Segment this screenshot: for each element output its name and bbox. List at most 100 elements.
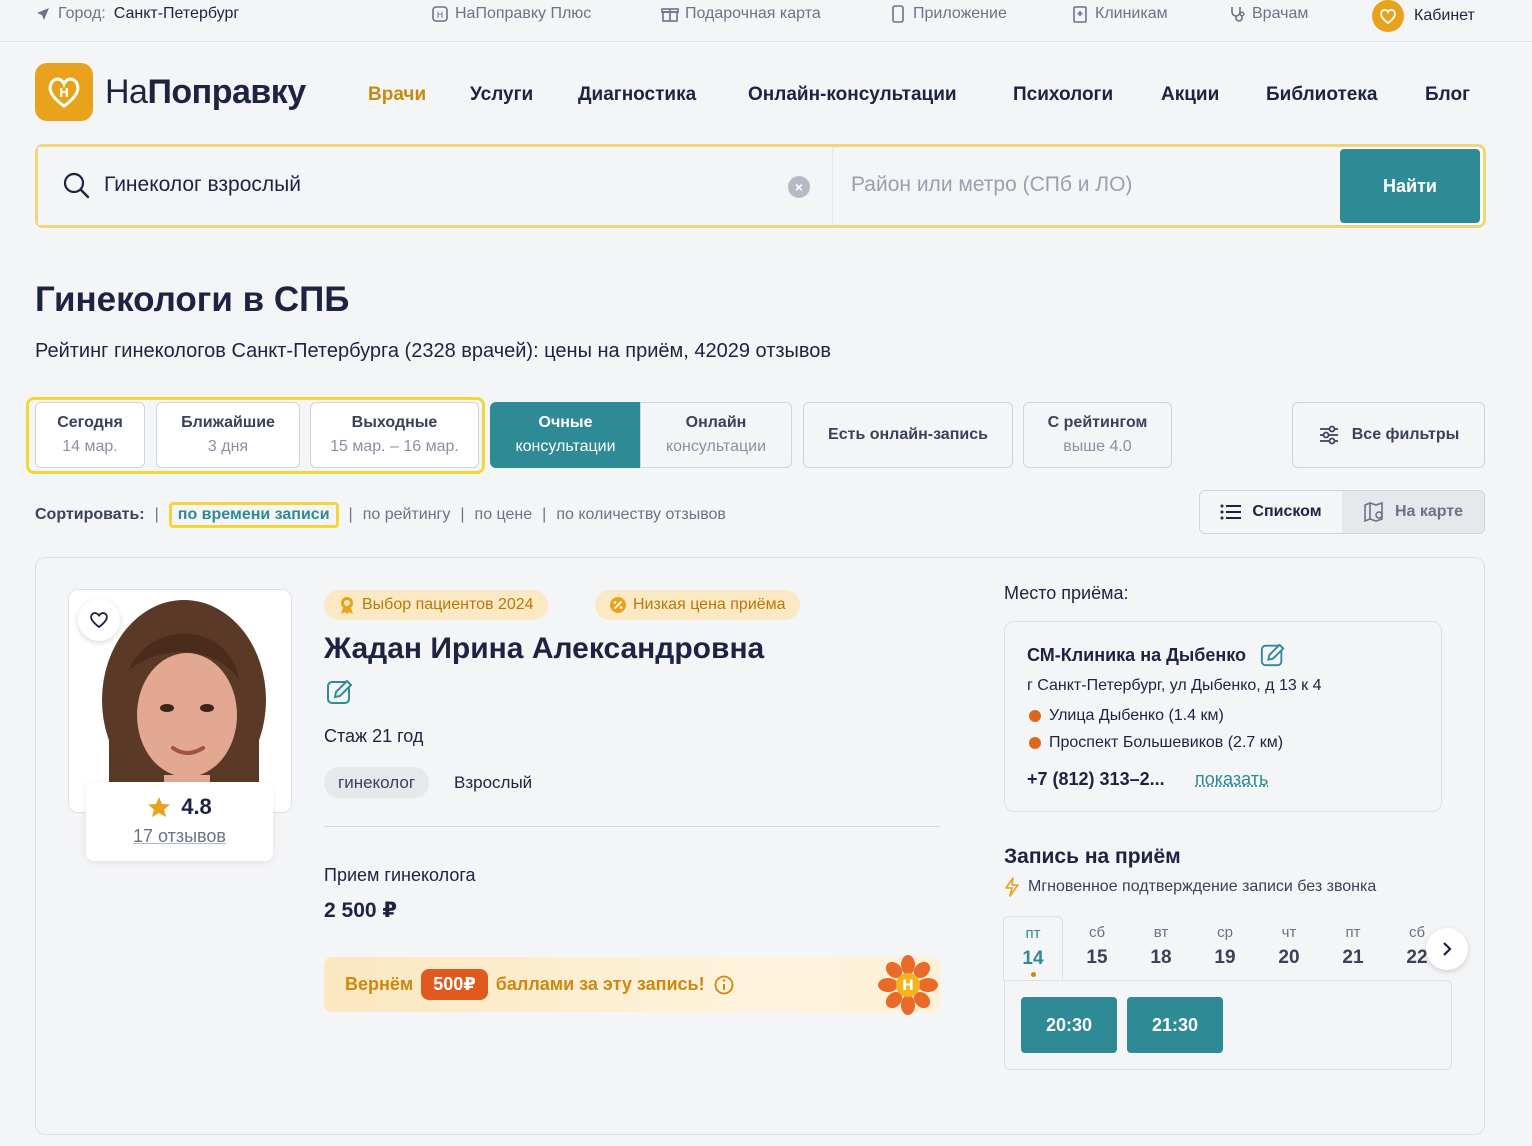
date-tab[interactable]: вт 18 <box>1131 916 1191 980</box>
plus-link[interactable]: H НаПоправку Плюс <box>431 5 591 23</box>
doctors-link[interactable]: Врачам <box>1228 5 1308 23</box>
search-input[interactable]: Гинеколог взрослый × <box>38 147 833 225</box>
gift-icon <box>661 8 679 22</box>
view-list-button[interactable]: Списком <box>1200 491 1342 533</box>
filter-nearest[interactable]: Ближайшие 3 дня <box>156 402 300 468</box>
filter-online-booking-label: Есть онлайн-запись <box>828 426 988 443</box>
filter-online[interactable]: Онлайн консультации <box>640 402 792 468</box>
sort-by-reviews[interactable]: по количеству отзывов <box>556 506 726 524</box>
nav-diagnostics[interactable]: Диагностика <box>578 84 696 106</box>
info-icon[interactable] <box>713 974 735 996</box>
time-slot[interactable]: 21:30 <box>1127 997 1223 1053</box>
nav-promotions[interactable]: Акции <box>1161 84 1219 106</box>
search-icon <box>63 172 90 199</box>
doctor-name[interactable]: Жадан Ирина Александровна <box>324 632 764 666</box>
edit-icon[interactable] <box>1260 642 1286 668</box>
clear-icon[interactable]: × <box>788 176 810 198</box>
svg-text:H: H <box>437 11 444 21</box>
date-number: 21 <box>1342 947 1364 968</box>
nav-library[interactable]: Библиотека <box>1266 84 1377 106</box>
phone-icon <box>892 5 904 23</box>
next-dates-button[interactable] <box>1426 928 1468 970</box>
date-weekday: сб <box>1088 924 1106 941</box>
filter-inperson-label: Очные <box>538 414 593 431</box>
location-arrow-icon <box>37 8 49 20</box>
svg-text:H: H <box>59 86 69 100</box>
clinic-name[interactable]: СМ-Клиника на Дыбенко <box>1027 645 1246 666</box>
site-logo[interactable]: H НаПоправку <box>35 63 306 121</box>
all-filters-button[interactable]: Все фильтры <box>1292 402 1485 468</box>
today-dot <box>1030 972 1036 977</box>
filter-rating-label: С рейтингом <box>1047 414 1148 431</box>
nav-doctors[interactable]: Врачи <box>368 84 426 106</box>
sort-separator: | <box>542 506 547 523</box>
all-filters-label: Все фильтры <box>1351 426 1460 443</box>
rating-value: 4.8 <box>181 794 212 819</box>
filter-online-sub: консультации <box>665 438 767 455</box>
place-label: Место приёма: <box>1004 583 1129 603</box>
view-list-label: Списком <box>1252 503 1322 520</box>
badge-low-price-label: Низкая цена приёма <box>633 596 786 613</box>
nav-psychologists[interactable]: Психологи <box>1013 84 1113 106</box>
search-button[interactable]: Найти <box>1340 149 1480 223</box>
sort-by-price[interactable]: по цене <box>475 506 533 524</box>
filter-rating[interactable]: С рейтингом выше 4.0 <box>1023 402 1172 468</box>
nav-services[interactable]: Услуги <box>470 84 533 106</box>
favorite-button[interactable] <box>78 599 120 641</box>
edit-icon[interactable] <box>326 678 354 706</box>
date-tab[interactable]: сб 15 <box>1067 916 1127 980</box>
date-tab[interactable]: чт 20 <box>1259 916 1319 980</box>
search-query: Гинеколог взрослый <box>104 173 301 196</box>
location-input[interactable]: Район или метро (СПб и ЛО) <box>833 147 1340 225</box>
date-weekday: чт <box>1281 924 1297 941</box>
sort-separator: | <box>348 506 353 523</box>
logo-text: НаПоправку <box>105 73 306 112</box>
cabinet-link[interactable]: Кабинет <box>1372 0 1475 32</box>
clinics-link-label: Клиникам <box>1095 5 1168 22</box>
filter-inperson[interactable]: Очные консультации <box>490 402 641 468</box>
award-icon <box>341 597 353 614</box>
cabinet-label: Кабинет <box>1414 7 1475 24</box>
filter-today-label: Сегодня <box>57 414 123 431</box>
list-icon <box>1220 504 1242 520</box>
time-slot[interactable]: 20:30 <box>1021 997 1117 1053</box>
specialty-tag[interactable]: гинеколог <box>324 767 430 798</box>
instant-confirmation-text: Мгновенное подтверждение записи без звон… <box>1028 878 1377 895</box>
clinics-link[interactable]: Клиникам <box>1071 5 1168 23</box>
gift-card-label: Подарочная карта <box>685 5 821 22</box>
metro-dot-icon <box>1029 710 1041 722</box>
nav-online[interactable]: Онлайн-консультации <box>748 84 957 106</box>
view-map-button[interactable]: На карте <box>1342 491 1484 533</box>
city-selector[interactable]: Город: Санкт-Петербург <box>36 5 239 23</box>
filter-online-booking[interactable]: Есть онлайн-запись <box>803 402 1013 468</box>
sort-by-time[interactable]: по времени записи <box>168 502 339 528</box>
filter-weekend-sub: 15 мар. – 16 мар. <box>330 438 459 455</box>
clinic-name-row: СМ-Клиника на Дыбенко <box>1027 642 1286 668</box>
booking-title: Запись на приём <box>1004 845 1181 868</box>
reviews-link[interactable]: 17 отзывов <box>86 826 273 847</box>
date-tab[interactable]: пт 14 <box>1003 916 1063 980</box>
metro-station-name: Улица Дыбенко (1.4 км) <box>1049 707 1224 724</box>
building-icon <box>1073 6 1087 23</box>
app-link[interactable]: Приложение <box>889 5 1007 23</box>
badge-patients-choice: Выбор пациентов 2024 <box>324 590 548 620</box>
filter-today[interactable]: Сегодня 14 мар. <box>35 402 145 468</box>
search-bar: Гинеколог взрослый × Район или метро (СП… <box>35 144 1486 228</box>
sort-by-rating[interactable]: по рейтингу <box>363 506 451 524</box>
cashback-banner: Вернём 500₽ баллами за эту запись! H <box>324 955 940 1015</box>
filter-weekend[interactable]: Выходные 15 мар. – 16 мар. <box>310 402 479 468</box>
plus-logo-icon: H <box>432 6 448 22</box>
top-bar: Город: Санкт-Петербург H НаПоправку Плюс… <box>0 0 1532 42</box>
date-tab[interactable]: ср 19 <box>1195 916 1255 980</box>
heart-icon <box>90 612 108 629</box>
gift-card-link[interactable]: Подарочная карта <box>661 5 821 23</box>
city-label: Город: <box>58 5 106 22</box>
date-tab[interactable]: пт 21 <box>1323 916 1383 980</box>
show-phone-link[interactable]: показать <box>1195 769 1268 790</box>
lightning-icon <box>1005 877 1019 897</box>
clinic-address: г Санкт-Петербург, ул Дыбенко, д 13 к 4 <box>1027 677 1322 694</box>
view-map-label: На карте <box>1394 503 1464 520</box>
nav-blog[interactable]: Блог <box>1425 84 1470 106</box>
badge-patients-choice-label: Выбор пациентов 2024 <box>362 596 534 613</box>
metro-station: Улица Дыбенко (1.4 км) <box>1029 707 1224 725</box>
